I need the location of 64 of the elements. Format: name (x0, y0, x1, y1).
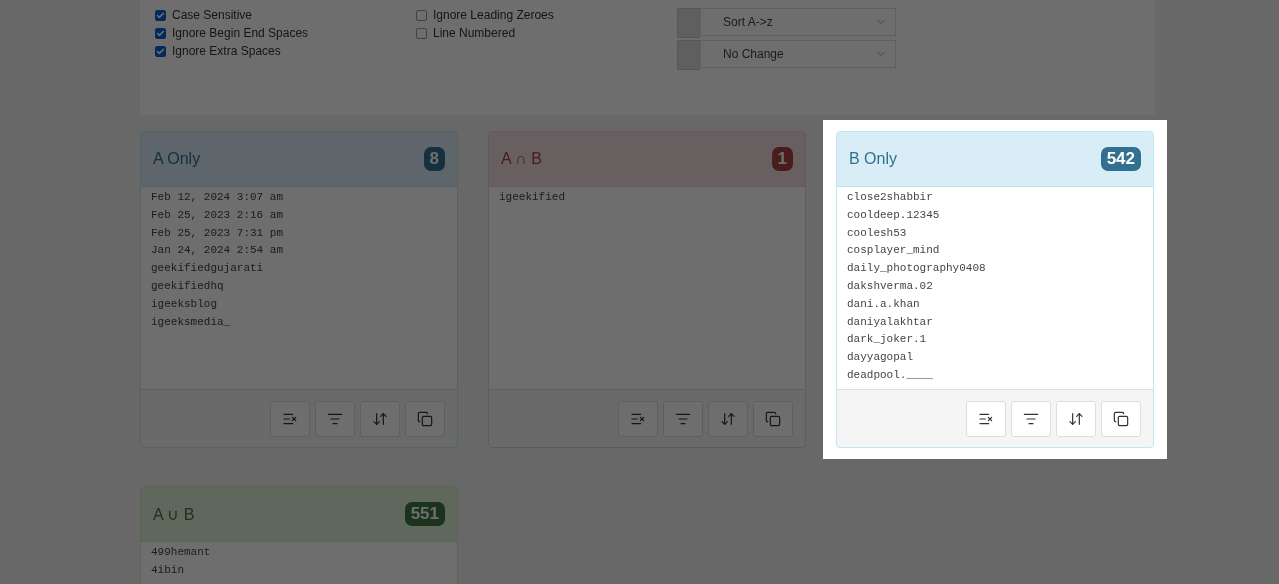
checkbox-label: Ignore Extra Spaces (172, 44, 281, 58)
swap-icon (720, 410, 736, 427)
count-badge: 542 (1100, 147, 1141, 171)
card-title: A ∪ B (153, 504, 195, 524)
card-title: A Only (153, 150, 201, 168)
copy-icon (1113, 410, 1129, 427)
text-area[interactable]: 499hemant 4ibin (141, 542, 457, 584)
clear-button[interactable] (966, 400, 1006, 437)
copy-icon (765, 410, 781, 427)
list-line: geekifiedhq (151, 279, 225, 294)
checkbox[interactable] (155, 27, 166, 39)
sort-button[interactable] (663, 400, 703, 437)
checkbox-label: Case Sensitive (172, 8, 253, 22)
swap-button[interactable] (360, 400, 400, 437)
list-line: igeekified (499, 190, 566, 205)
checkbox-label: Ignore Begin End Spaces (172, 26, 309, 40)
clear-button[interactable] (270, 400, 310, 437)
list-line: igeeksblog (151, 296, 218, 312)
text-area[interactable]: Feb 12, 2024 3:07 am Feb 25, 2023 2:16 am Feb 25, 2023 7:31 pm Jan 24, 2024 2:54 am geekifiedgujarati geekifiedhq igeeksblog igeeksmedia_ (141, 187, 457, 390)
sort-button[interactable] (1011, 400, 1051, 437)
list-line: dayyagopal (847, 350, 914, 366)
sort-button[interactable] (315, 400, 355, 437)
list-line: coolesh53 (847, 225, 908, 241)
list-line: daniyalakhtar (847, 314, 934, 330)
text-area[interactable]: igeekified (489, 187, 805, 390)
swap-button[interactable] (708, 400, 748, 437)
copy-icon (417, 410, 433, 427)
list-line: close2shabbir (847, 190, 934, 205)
list-line: Feb 25, 2023 7:31 pm (151, 225, 285, 241)
count-badge: 551 (404, 502, 445, 526)
dropdown-select[interactable]: No Change (700, 40, 896, 68)
swap-icon (1068, 410, 1084, 427)
list-line: daily_photography0408 (847, 261, 987, 277)
swap-button[interactable] (1056, 400, 1096, 437)
dropdown-select[interactable]: Sort A->z (700, 8, 896, 36)
select-addon (677, 8, 700, 38)
clear-button[interactable] (618, 400, 658, 437)
list-line: cosplayer_mind (847, 243, 941, 259)
list-line: Feb 12, 2024 3:07 am (151, 190, 285, 205)
checkbox-label: Line Numbered (433, 26, 516, 40)
text-area[interactable]: close2shabbir cooldeep.12345 coolesh53 cosplayer_mind daily_photography0408 dakshverma.02 dani.a.khan daniyalakhtar dark_joker.1 dayyagopal deadpool.____ (837, 187, 1153, 390)
swap-icon (372, 410, 388, 427)
card-title: B Only (849, 150, 897, 168)
checkbox[interactable] (416, 9, 427, 21)
count-badge: 8 (423, 147, 445, 171)
list-line: Jan 24, 2024 2:54 am (151, 243, 285, 259)
list-line: igeeksmedia_ (151, 314, 232, 330)
list-line: dark_joker.1 (847, 332, 928, 348)
checkbox[interactable] (155, 45, 166, 57)
list-line: dakshverma.02 (847, 279, 934, 294)
copy-button[interactable] (1101, 400, 1141, 437)
list-line: Feb 25, 2023 2:16 am (151, 207, 285, 223)
list-line: dani.a.khan (847, 296, 921, 312)
list-line: 4ibin (151, 562, 185, 578)
list-line: deadpool.____ (847, 367, 934, 383)
checkbox[interactable] (416, 27, 427, 39)
checkbox-label: Ignore Leading Zeroes (433, 8, 554, 22)
count-badge: 1 (771, 147, 793, 171)
list-line: cooldeep.12345 (847, 207, 941, 223)
list-line: 499hemant (151, 545, 212, 560)
list-line: geekifiedgujarati (151, 261, 265, 277)
card-title: A ∩ B (501, 150, 542, 168)
checkbox[interactable] (155, 9, 166, 21)
select-addon (677, 40, 700, 70)
